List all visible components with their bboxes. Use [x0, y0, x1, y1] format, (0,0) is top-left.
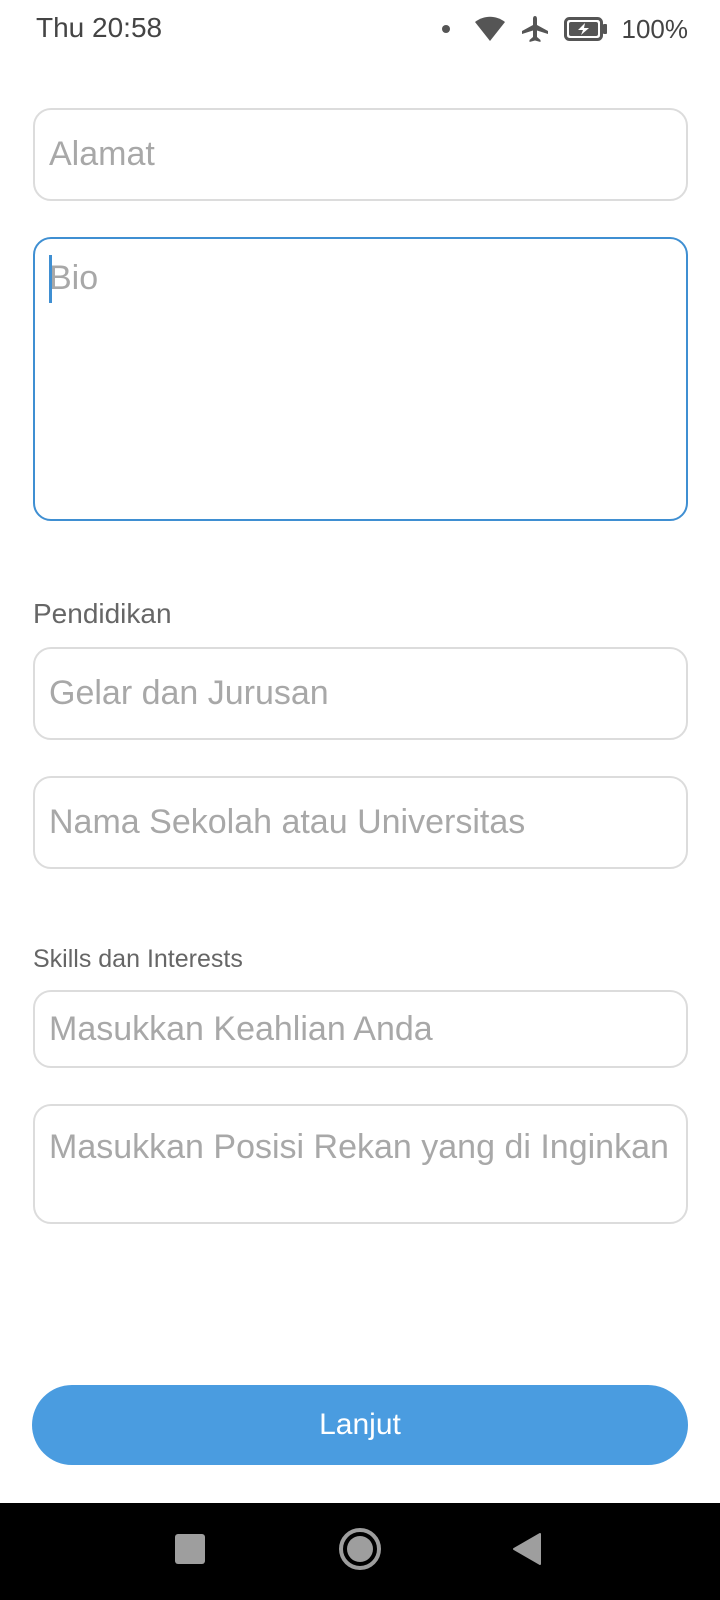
home-button[interactable]: [325, 1503, 395, 1600]
degree-field[interactable]: Gelar dan Jurusan: [33, 647, 688, 740]
navigation-bar: [0, 1503, 720, 1600]
bio-placeholder: Bio: [49, 259, 99, 297]
degree-placeholder: Gelar dan Jurusan: [49, 674, 329, 712]
school-field[interactable]: Nama Sekolah atau Universitas: [33, 776, 688, 869]
battery-charging-icon: [563, 17, 608, 41]
school-placeholder: Nama Sekolah atau Universitas: [49, 803, 526, 841]
skills-field[interactable]: Masukkan Keahlian Anda: [33, 990, 688, 1068]
address-field[interactable]: Alamat: [33, 108, 688, 201]
education-section-label: Pendidikan: [33, 598, 172, 629]
status-bar: Thu 20:58 100%: [0, 0, 720, 58]
text-cursor: [49, 255, 52, 303]
next-button[interactable]: Lanjut: [32, 1385, 688, 1465]
skills-section-label: Skills dan Interests: [33, 945, 243, 973]
bio-field[interactable]: Bio: [33, 237, 688, 521]
recents-button[interactable]: [160, 1503, 220, 1600]
status-icons: 100%: [441, 12, 689, 46]
back-button[interactable]: [497, 1503, 557, 1600]
back-triangle-icon: [512, 1532, 542, 1571]
status-time: Thu 20:58: [36, 12, 163, 43]
desired-position-placeholder: Masukkan Posisi Rekan yang di Inginkan: [49, 1128, 669, 1166]
skills-placeholder: Masukkan Keahlian Anda: [49, 1009, 433, 1048]
desired-position-field[interactable]: Masukkan Posisi Rekan yang di Inginkan: [33, 1104, 688, 1224]
address-placeholder: Alamat: [49, 135, 155, 173]
airplane-icon: [520, 14, 550, 44]
home-circle-icon: [338, 1527, 382, 1576]
wifi-icon: [474, 16, 506, 42]
recents-square-icon: [175, 1534, 205, 1569]
battery-percentage: 100%: [621, 13, 689, 44]
notification-dot-icon: [441, 25, 450, 33]
